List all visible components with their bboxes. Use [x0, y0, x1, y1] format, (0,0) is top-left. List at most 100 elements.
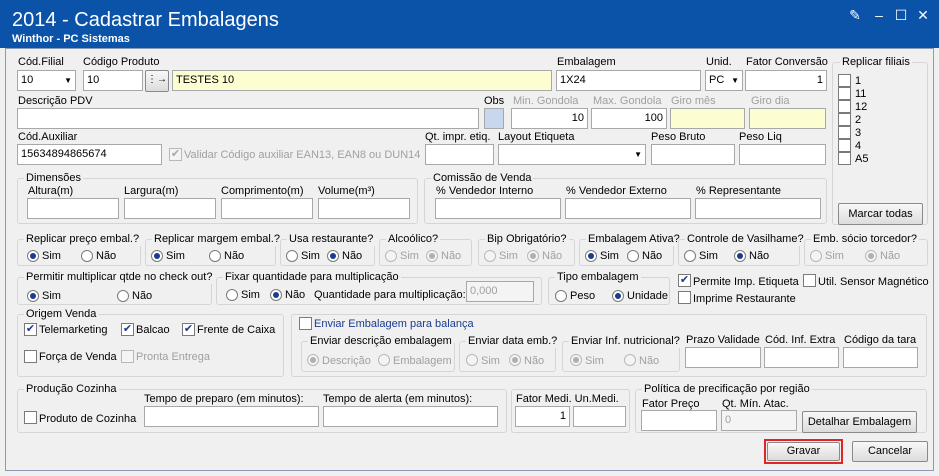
enviar-nutri-sim-radio[interactable]	[570, 354, 582, 366]
embalagem-ativa-nao-radio[interactable]	[627, 250, 639, 262]
fator-medi-input[interactable]: 1	[515, 406, 570, 427]
filial-checkbox-4[interactable]	[838, 139, 851, 152]
codaux-input[interactable]: 15634894865674	[17, 144, 162, 165]
nao-label: Não	[642, 250, 663, 262]
edit-icon[interactable]: ✎	[845, 6, 865, 24]
tempo-alerta-input[interactable]	[323, 406, 498, 427]
filial-checkbox-11[interactable]	[838, 87, 851, 100]
cod-tara-input[interactable]	[843, 347, 918, 368]
pronta-entrega-checkbox[interactable]	[121, 350, 134, 363]
imprime-restaurante-checkbox[interactable]	[678, 291, 691, 304]
frente-caixa-checkbox[interactable]	[182, 323, 195, 336]
enviar-data-title: Enviar data emb.?	[466, 335, 560, 348]
telemarketing-checkbox[interactable]	[24, 323, 37, 336]
replicar-margem-nao-radio[interactable]	[209, 250, 221, 262]
filial-checkbox-2[interactable]	[838, 113, 851, 126]
filial-label-12: 12	[855, 101, 868, 113]
usa-restaurante-nao-radio[interactable]	[327, 250, 339, 262]
fixar-qtd-nao-radio[interactable]	[270, 289, 282, 301]
replicar-preco-sim-radio[interactable]	[27, 250, 39, 262]
bip-sim-radio[interactable]	[484, 250, 496, 262]
minimize-icon[interactable]: –	[869, 6, 889, 24]
permite-etiqueta-label: Permite Imp. Etiqueta	[693, 276, 799, 288]
prazo-input[interactable]	[685, 347, 761, 368]
filial-checkbox-a5[interactable]	[838, 152, 851, 165]
sim-label: Sim	[42, 290, 61, 302]
filial-checkbox-1[interactable]	[838, 74, 851, 87]
enviar-nutri-nao-radio[interactable]	[624, 354, 636, 366]
nao-label: Não	[96, 250, 117, 262]
enviar-data-sim-radio[interactable]	[466, 354, 478, 366]
interno-input[interactable]	[435, 198, 561, 219]
peso-liq-input[interactable]	[739, 144, 826, 165]
gravar-button[interactable]: Gravar	[767, 442, 840, 461]
un-medi-input[interactable]	[573, 406, 626, 427]
permitir-mult-sim-radio[interactable]	[27, 290, 39, 302]
forca-venda-checkbox[interactable]	[24, 350, 37, 363]
validar-checkbox[interactable]	[169, 148, 182, 161]
nao-label: Não	[132, 290, 153, 302]
externo-input[interactable]	[565, 198, 691, 219]
enviar-data-nao-radio[interactable]	[509, 354, 521, 366]
imprime-restaurante-label: Imprime Restaurante	[693, 293, 796, 305]
bip-nao-radio[interactable]	[527, 250, 539, 262]
socio-nao-radio[interactable]	[865, 250, 877, 262]
largura-input[interactable]	[124, 198, 216, 219]
filial-checkbox-12[interactable]	[838, 100, 851, 113]
sensor-checkbox[interactable]	[803, 274, 816, 287]
comprimento-input[interactable]	[221, 198, 313, 219]
alcoolico-sim-radio[interactable]	[385, 250, 397, 262]
enviar-balanca-checkbox[interactable]	[299, 317, 312, 330]
socio-sim-radio[interactable]	[810, 250, 822, 262]
usa-restaurante-title: Usa restaurante?	[287, 233, 376, 246]
max-gondola-input[interactable]: 100	[591, 108, 667, 129]
sim-label: Sim	[600, 250, 619, 262]
replicar-preco-nao-radio[interactable]	[81, 250, 93, 262]
obs-field[interactable]	[484, 108, 504, 129]
forca-venda-label: Força de Venda	[39, 351, 117, 363]
embalagem-input[interactable]: 1X24	[556, 70, 701, 91]
embalagem-ativa-title: Embalagem Ativa?	[586, 233, 682, 246]
tipo-peso-radio[interactable]	[555, 290, 567, 302]
produto-cozinha-checkbox[interactable]	[24, 411, 37, 424]
representante-input[interactable]	[695, 198, 821, 219]
permite-etiqueta-checkbox[interactable]	[678, 274, 691, 287]
replicar-margem-sim-radio[interactable]	[151, 250, 163, 262]
desc-descricao-radio[interactable]	[307, 354, 319, 366]
qtd-mult-input[interactable]: 0,000	[466, 281, 534, 302]
descpdv-input[interactable]	[17, 108, 479, 129]
fator-preco-input[interactable]	[641, 410, 717, 431]
filial-select[interactable]: 10	[17, 70, 76, 91]
fator-input[interactable]: 1	[745, 70, 827, 91]
alcoolico-nao-radio[interactable]	[426, 250, 438, 262]
permitir-mult-nao-radio[interactable]	[117, 290, 129, 302]
usa-restaurante-sim-radio[interactable]	[286, 250, 298, 262]
altura-input[interactable]	[27, 198, 119, 219]
search-product-button[interactable]: ⋮→	[145, 70, 169, 92]
layout-select[interactable]	[498, 144, 646, 165]
codprod-input[interactable]: 10	[83, 70, 143, 91]
balcao-checkbox[interactable]	[121, 323, 134, 336]
qt-etiq-input[interactable]	[425, 144, 494, 165]
vasilhame-nao-radio[interactable]	[734, 250, 746, 262]
politica-title: Política de precificação por região	[642, 383, 812, 396]
cod-extra-input[interactable]	[764, 347, 839, 368]
vasilhame-sim-radio[interactable]	[684, 250, 696, 262]
cancelar-button[interactable]: Cancelar	[852, 441, 928, 462]
detalhar-embalagem-button[interactable]: Detalhar Embalagem	[802, 411, 917, 433]
embalagem-ativa-sim-radio[interactable]	[585, 250, 597, 262]
marcar-todas-button[interactable]: Marcar todas	[838, 203, 923, 225]
peso-bruto-input[interactable]	[651, 144, 735, 165]
cod-tara-label: Código da tara	[844, 334, 917, 346]
close-icon[interactable]: ✕	[913, 6, 933, 24]
min-gondola-input[interactable]: 10	[511, 108, 588, 129]
desc-embalagem-radio[interactable]	[378, 354, 390, 366]
volume-input[interactable]	[318, 198, 410, 219]
tempo-preparo-input[interactable]	[144, 406, 319, 427]
filial-checkbox-3[interactable]	[838, 126, 851, 139]
unid-select[interactable]: PC	[705, 70, 743, 91]
tipo-unidade-radio[interactable]	[612, 290, 624, 302]
fixar-qtd-sim-radio[interactable]	[226, 289, 238, 301]
maximize-icon[interactable]: ☐	[891, 6, 911, 24]
qt-min-input[interactable]: 0	[721, 410, 797, 431]
